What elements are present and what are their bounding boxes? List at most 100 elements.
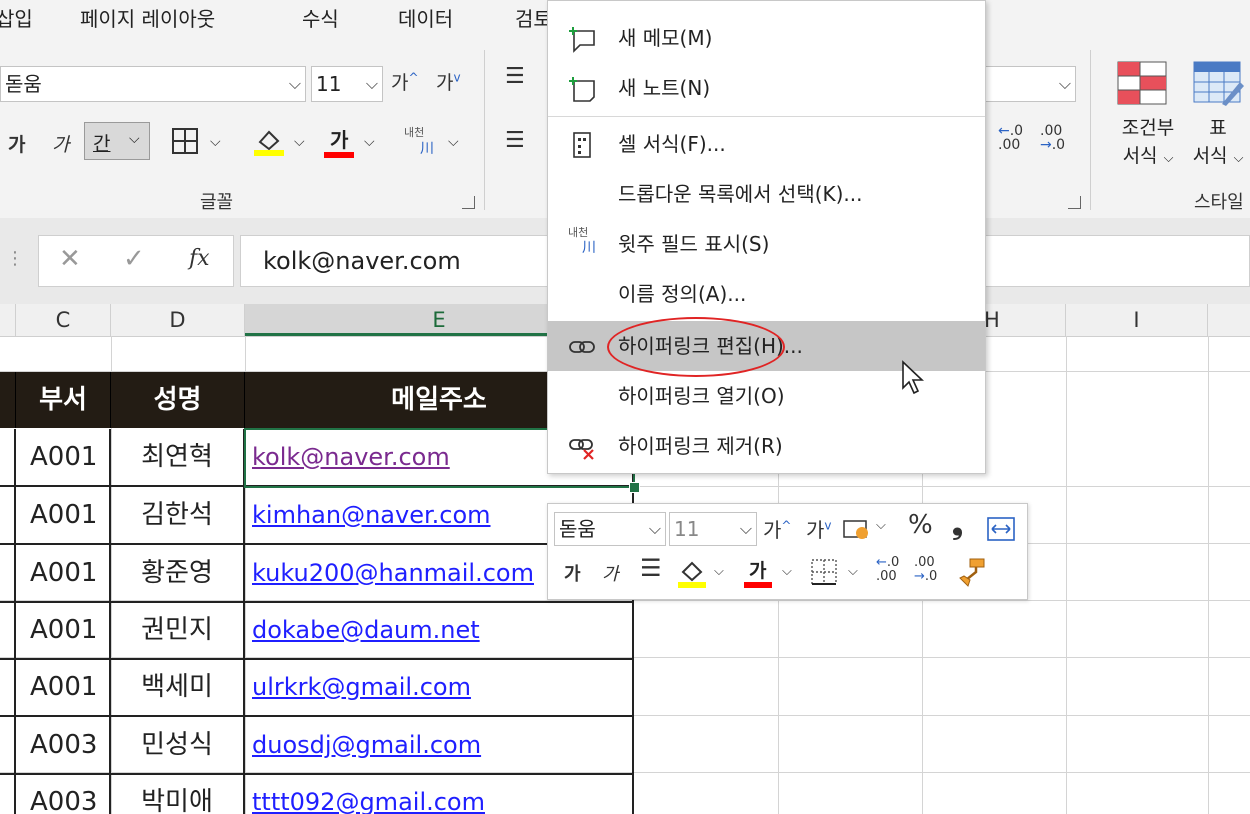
table-header-edge bbox=[0, 372, 16, 428]
table-header-dept[interactable]: 부서 bbox=[16, 372, 111, 428]
table-row: A001 김한석 kimhan@naver.com bbox=[0, 487, 634, 545]
mini-fill-color-icon[interactable] bbox=[676, 556, 708, 590]
font-size-combo[interactable]: 11 ⌵ bbox=[311, 66, 383, 102]
cell-email-link[interactable]: ulrkrk@gmail.com bbox=[245, 659, 634, 715]
chevron-down-icon[interactable]: ⌵ bbox=[876, 518, 886, 533]
cell-email-link[interactable]: tttt092@gmail.com bbox=[245, 774, 634, 814]
tab-formulas[interactable]: 수식 bbox=[302, 3, 339, 32]
chevron-down-icon: ⌵ bbox=[288, 74, 301, 93]
cell-email-link[interactable]: duosdj@gmail.com bbox=[245, 717, 634, 773]
formula-buttons: ✕ ✓ fx bbox=[38, 235, 234, 287]
dialog-launcher-icon[interactable] bbox=[462, 196, 475, 209]
column-header-i[interactable]: I bbox=[1066, 304, 1208, 336]
cell-dept[interactable]: A001 bbox=[16, 602, 111, 658]
format-cells-icon bbox=[568, 131, 596, 159]
format-painter-icon[interactable] bbox=[956, 556, 988, 588]
cell-name[interactable]: 백세미 bbox=[111, 659, 245, 715]
cell-name[interactable]: 최연혁 bbox=[111, 429, 245, 485]
chevron-down-icon[interactable]: ⌵ bbox=[364, 134, 375, 150]
font-color-button[interactable]: 가 bbox=[324, 124, 358, 160]
chevron-down-icon[interactable]: ⌵ bbox=[714, 564, 724, 579]
mini-shrink-font-button[interactable]: 가v bbox=[806, 514, 832, 543]
conditional-format-button[interactable]: 조건부 서식 ⌵ bbox=[1108, 114, 1188, 173]
chevron-down-icon: ⌵ bbox=[1233, 151, 1244, 166]
underline-button[interactable]: 간 ⌵ bbox=[84, 122, 150, 160]
align-left-icon[interactable]: ☰ bbox=[505, 128, 525, 153]
increase-decimal-icon[interactable]: ←.0.00 bbox=[998, 124, 1030, 158]
menu-item-new-note[interactable]: 새 노트(N) bbox=[548, 63, 985, 113]
menu-item-new-comment[interactable]: 새 메모(M) bbox=[548, 13, 985, 63]
chevron-down-icon: ⌵ bbox=[1058, 74, 1071, 93]
cell-dept[interactable]: A001 bbox=[16, 545, 111, 601]
menu-item-define-name[interactable]: 이름 정의(A)... bbox=[548, 269, 985, 319]
merge-center-icon[interactable] bbox=[986, 516, 1016, 542]
cell-dept[interactable]: A001 bbox=[16, 429, 111, 485]
menu-item-show-phonetic[interactable]: 내천 川 윗주 필드 표시(S) bbox=[548, 219, 985, 269]
bold-button[interactable]: 가 bbox=[8, 130, 25, 157]
mini-font-size-combo[interactable]: 11 ⌵ bbox=[669, 512, 757, 546]
mini-increase-decimal-icon[interactable]: ←.0.00 bbox=[876, 556, 908, 590]
format-as-table-button[interactable]: 표 서식 ⌵ bbox=[1186, 114, 1250, 173]
menu-item-remove-hyperlink[interactable]: 하이퍼링크 제거(R) bbox=[548, 421, 985, 471]
menu-item-format-cells[interactable]: 셀 서식(F)... bbox=[548, 119, 985, 169]
cell-email-link[interactable]: dokabe@daum.net bbox=[245, 602, 634, 658]
cell-dept[interactable]: A001 bbox=[16, 659, 111, 715]
row-edge bbox=[0, 429, 16, 485]
mini-center-align-icon[interactable]: ☰ bbox=[640, 554, 662, 582]
new-note-icon bbox=[568, 75, 596, 103]
cell-dept[interactable]: A003 bbox=[16, 717, 111, 773]
shrink-font-button[interactable]: 가v bbox=[436, 68, 461, 95]
menu-item-pick-from-dropdown[interactable]: 드롭다운 목록에서 선택(K)... bbox=[548, 169, 985, 219]
chevron-down-icon: ⌵ bbox=[648, 519, 661, 538]
tab-insert[interactable]: 삽입 bbox=[0, 3, 33, 32]
cell-name[interactable]: 민성식 bbox=[111, 717, 245, 773]
accounting-format-icon[interactable] bbox=[842, 516, 872, 542]
fill-handle[interactable] bbox=[629, 482, 640, 493]
select-all-corner[interactable] bbox=[0, 304, 16, 336]
grid-line bbox=[1066, 336, 1067, 814]
format-as-table-icon[interactable] bbox=[1192, 60, 1244, 106]
mini-font-name-combo[interactable]: 돋움 ⌵ bbox=[554, 512, 666, 546]
comma-button[interactable]: ❟ bbox=[952, 508, 963, 542]
chevron-down-icon[interactable]: ⌵ bbox=[782, 564, 792, 579]
insert-function-button[interactable]: fx bbox=[189, 246, 210, 271]
font-color-swatch bbox=[324, 152, 354, 158]
font-name-combo[interactable]: 돋움 ⌵ bbox=[0, 66, 306, 102]
conditional-format-icon[interactable] bbox=[1116, 60, 1168, 106]
borders-icon[interactable] bbox=[170, 126, 200, 156]
enter-icon[interactable]: ✓ bbox=[123, 244, 145, 274]
cell-name[interactable]: 황준영 bbox=[111, 545, 245, 601]
mini-borders-icon[interactable] bbox=[810, 558, 838, 586]
tab-data[interactable]: 데이터 bbox=[398, 3, 453, 32]
percent-button[interactable]: % bbox=[908, 510, 933, 540]
decrease-decimal-icon[interactable]: .00 →.0 bbox=[1040, 124, 1072, 158]
column-header-c[interactable]: C bbox=[16, 304, 111, 336]
cell-dept[interactable]: A003 bbox=[16, 774, 111, 814]
row-edge bbox=[0, 774, 16, 814]
number-format-combo[interactable]: ⌵ bbox=[986, 66, 1076, 102]
grow-font-button[interactable]: 가^ bbox=[391, 68, 419, 95]
mini-italic-button[interactable]: 가 bbox=[602, 560, 619, 586]
fill-color-icon[interactable] bbox=[252, 124, 286, 158]
cell-dept[interactable]: A001 bbox=[16, 487, 111, 543]
dialog-launcher-icon[interactable] bbox=[1068, 196, 1081, 209]
cell-name[interactable]: 박미애 bbox=[111, 774, 245, 814]
italic-button[interactable]: 가 bbox=[52, 130, 69, 157]
mini-grow-font-button[interactable]: 가^ bbox=[763, 514, 791, 543]
chevron-down-icon[interactable]: ⌵ bbox=[294, 134, 305, 150]
column-header-d[interactable]: D bbox=[111, 304, 245, 336]
chevron-down-icon[interactable]: ⌵ bbox=[448, 134, 459, 150]
mini-font-color-button[interactable]: 가 bbox=[744, 554, 776, 590]
chevron-down-icon[interactable]: ⌵ bbox=[848, 564, 858, 579]
cancel-icon[interactable]: ✕ bbox=[59, 244, 81, 274]
mini-bold-button[interactable]: 가 bbox=[564, 560, 581, 586]
chevron-down-icon[interactable]: ⌵ bbox=[210, 134, 221, 150]
mini-decrease-decimal-icon[interactable]: .00 →.0 bbox=[914, 556, 948, 590]
cell-name[interactable]: 김한석 bbox=[111, 487, 245, 543]
cell-name[interactable]: 권민지 bbox=[111, 602, 245, 658]
align-top-icon[interactable]: ☰ bbox=[505, 64, 525, 89]
table-header-name[interactable]: 성명 bbox=[111, 372, 245, 428]
drag-handle-icon[interactable]: ⋮ bbox=[6, 248, 24, 269]
tab-page-layout[interactable]: 페이지 레이아웃 bbox=[80, 3, 215, 32]
phonetic-guide-icon[interactable]: 내천 川 bbox=[404, 124, 444, 160]
